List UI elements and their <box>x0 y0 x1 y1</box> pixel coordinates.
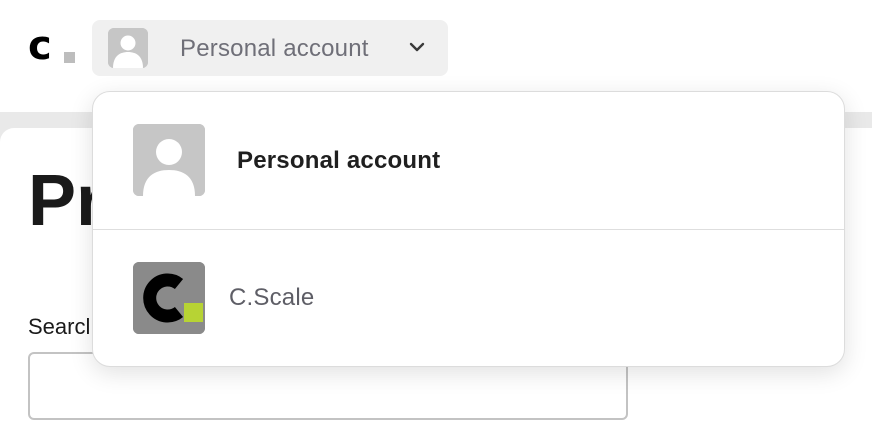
dropdown-item-label: C.Scale <box>229 284 315 311</box>
dropdown-item-label: Personal account <box>237 147 441 174</box>
logo-square-icon <box>64 52 75 63</box>
dropdown-item-cscale[interactable]: C.Scale <box>93 230 844 366</box>
dropdown-item-personal-account[interactable]: Personal account <box>93 92 844 230</box>
chevron-down-icon <box>408 40 426 54</box>
search-label: Searcl <box>28 314 91 339</box>
account-switcher-button[interactable]: Personal account <box>92 20 448 76</box>
user-silhouette-icon <box>108 28 148 68</box>
user-silhouette-icon <box>133 124 205 196</box>
account-switcher-label: Personal account <box>180 35 369 62</box>
logo-letter: c <box>28 23 52 69</box>
cscale-logo-icon <box>133 262 205 334</box>
cscale-logo[interactable]: c <box>28 24 78 68</box>
account-dropdown-menu: Personal account C.Scale <box>92 91 845 367</box>
